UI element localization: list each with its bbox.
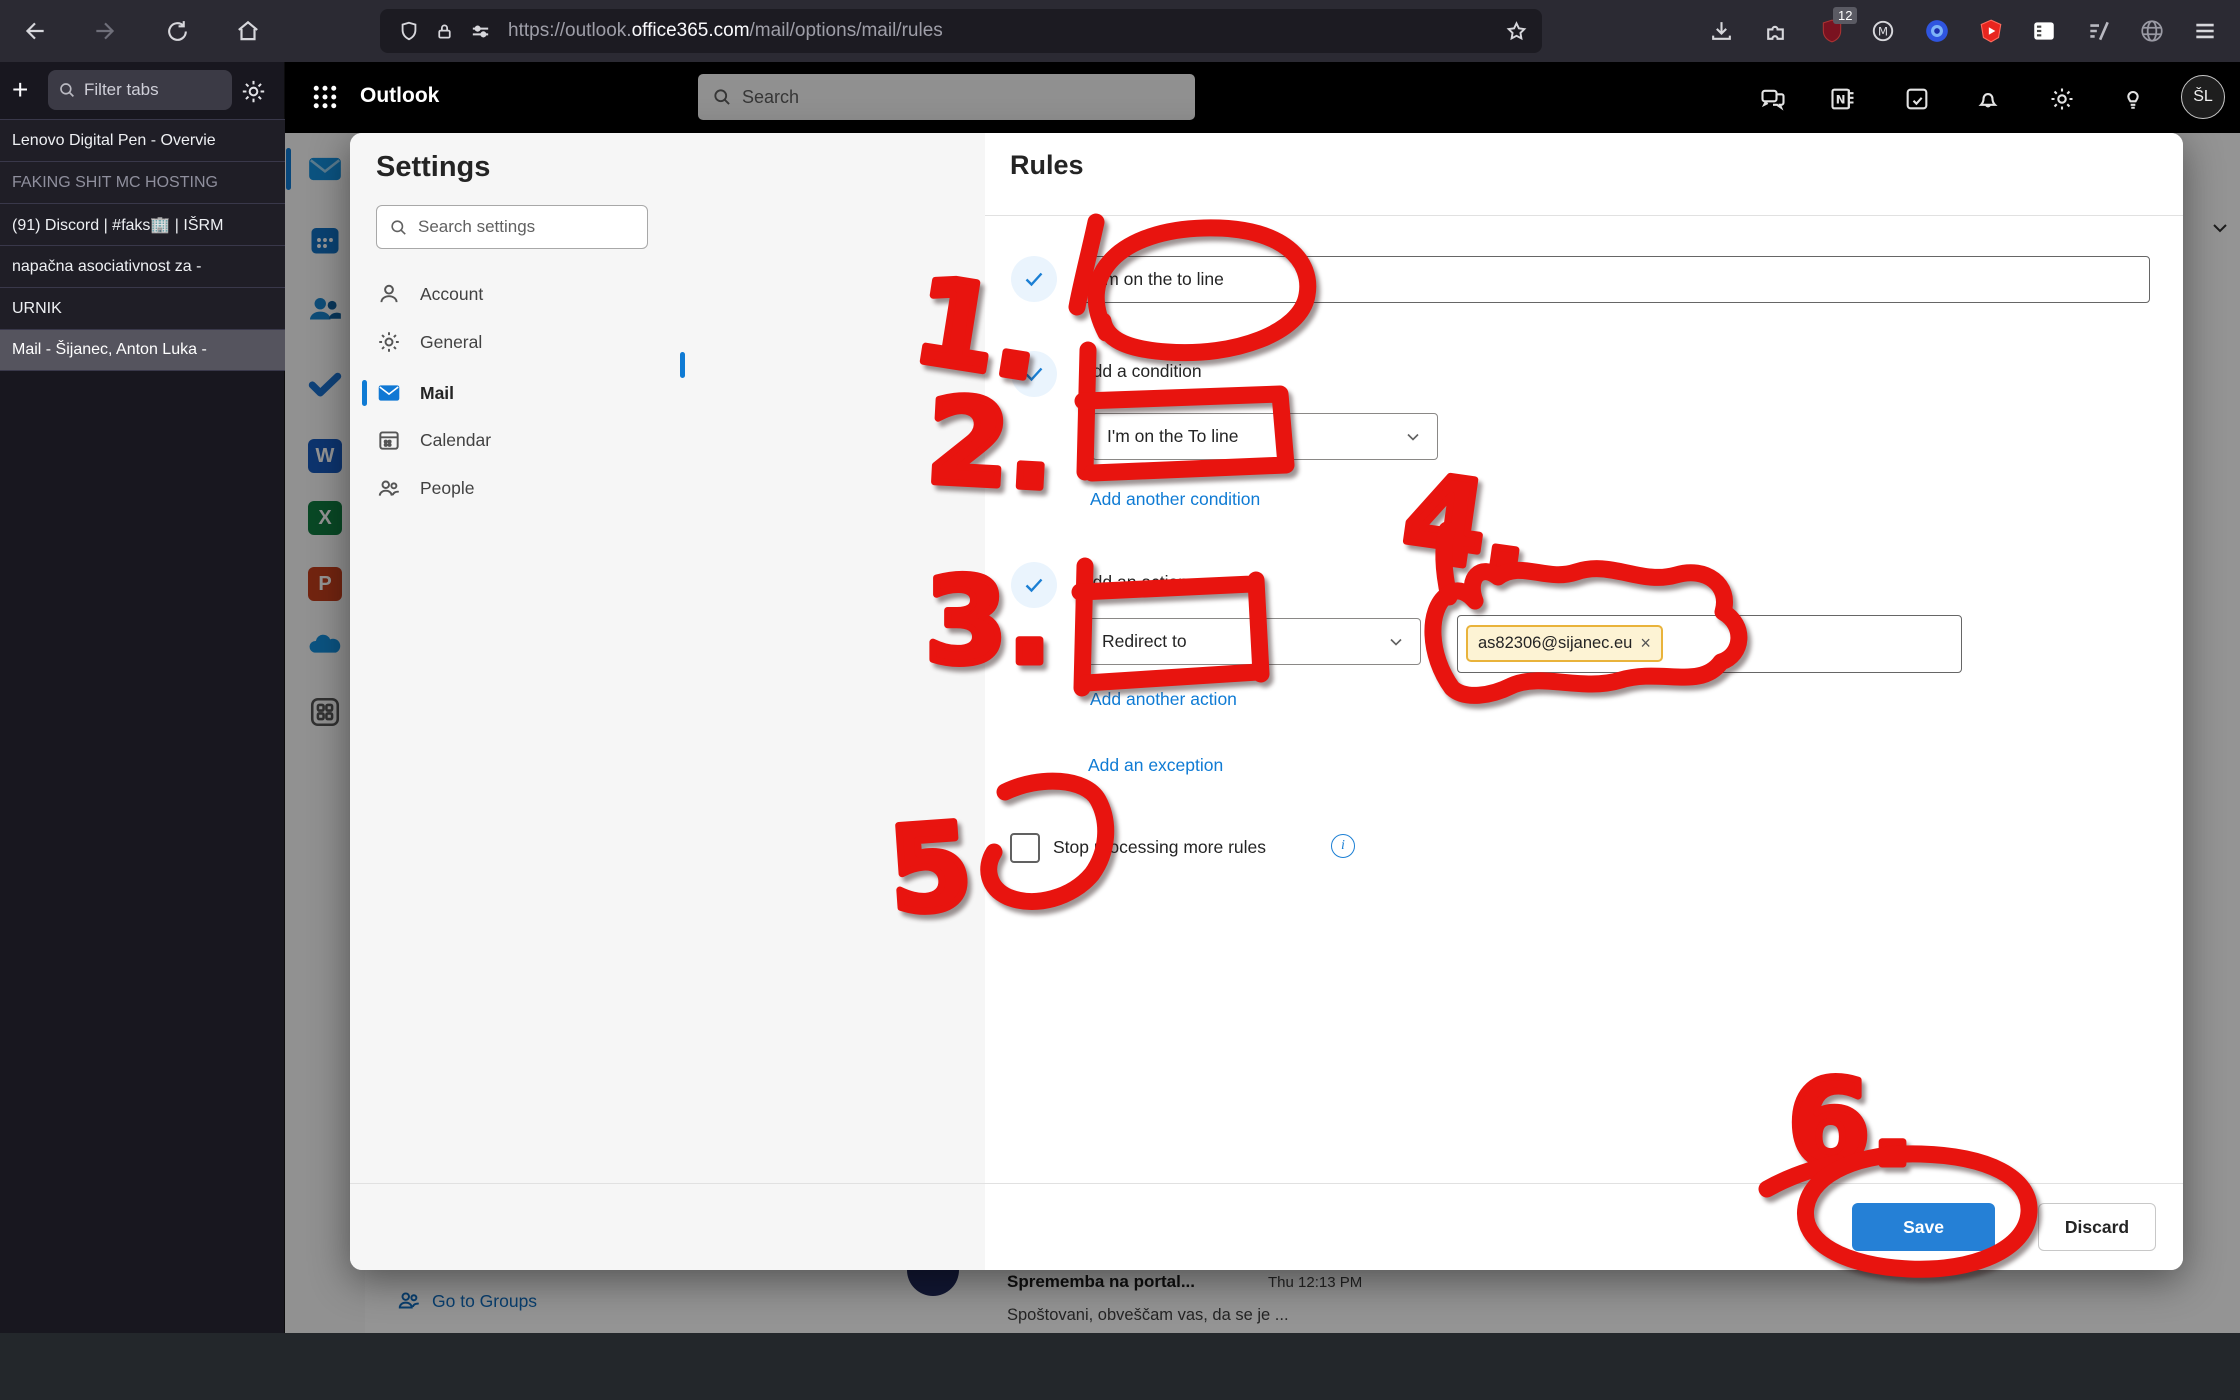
stop-processing-checkbox[interactable]	[1010, 833, 1040, 863]
app-title: Outlook	[360, 84, 439, 108]
privacy-blue-dot-icon[interactable]	[1920, 14, 1954, 48]
onenote-icon[interactable]: N	[1826, 82, 1860, 116]
tab-item[interactable]: (91) Discord | #faks🏢 | IŠRM	[0, 203, 285, 245]
tab-item[interactable]: napačna asociativnost za -	[0, 245, 285, 287]
svg-text:M: M	[1878, 24, 1888, 38]
app-launcher-waffle-icon[interactable]	[310, 82, 340, 112]
action-check-icon	[1011, 562, 1057, 608]
rule-name-check-icon	[1011, 256, 1057, 302]
filter-tabs-input[interactable]: Filter tabs	[48, 70, 232, 110]
settings-nav-people[interactable]: People	[350, 465, 680, 511]
download-icon[interactable]	[1704, 14, 1738, 48]
footer-divider	[350, 1183, 2183, 1184]
reload-icon[interactable]	[160, 14, 194, 48]
settings-nav-mail[interactable]: Mail	[350, 370, 680, 416]
search-icon	[712, 87, 732, 107]
stylus-notes-icon[interactable]	[2082, 14, 2116, 48]
outlook-search-bar[interactable]: Search	[698, 74, 1195, 120]
condition-check-icon	[1011, 351, 1057, 397]
notifications-bell-icon[interactable]	[1971, 82, 2005, 116]
forward-icon[interactable]	[88, 14, 122, 48]
meet-chat-icon[interactable]	[1756, 82, 1790, 116]
screen: https://outlook.office365.com/mail/optio…	[0, 0, 2240, 1400]
url-prefix: https://outlook.	[508, 20, 632, 42]
adblock-shield-icon[interactable]: 12	[1815, 14, 1849, 48]
settings-nav-general[interactable]: General	[350, 319, 680, 365]
url-bar[interactable]: https://outlook.office365.com/mail/optio…	[380, 9, 1542, 53]
person-icon	[376, 281, 402, 307]
tracking-shield-icon[interactable]	[398, 20, 420, 42]
url-path: /mail/options/mail/rules	[750, 20, 943, 42]
outlook-header: Outlook Search N ŠL	[285, 62, 2240, 133]
lock-icon[interactable]	[434, 21, 455, 42]
condition-section-label: Add a condition	[1081, 361, 1202, 382]
recipient-chip[interactable]: as82306@sijanec.eu ×	[1466, 625, 1663, 662]
tab-item[interactable]: Lenovo Digital Pen - Overvie	[0, 119, 285, 161]
new-tab-plus-icon[interactable]: +	[12, 74, 28, 106]
extension-badge: 12	[1833, 7, 1857, 24]
userscript-monkey-icon[interactable]: M	[1866, 14, 1900, 48]
video-red-shield-icon[interactable]	[1974, 14, 2008, 48]
sidebar-settings-gear-icon[interactable]	[240, 78, 267, 105]
menu-hamburger-icon[interactable]	[2188, 14, 2222, 48]
extensions-puzzle-icon[interactable]	[1758, 14, 1792, 48]
settings-title: Settings	[376, 151, 490, 184]
chip-remove-icon[interactable]: ×	[1640, 633, 1651, 654]
back-icon[interactable]	[18, 14, 52, 48]
todo-note-icon[interactable]	[1900, 82, 1934, 116]
settings-gear-icon[interactable]	[2045, 82, 2079, 116]
sidebar-panel-icon[interactable]	[2027, 14, 2061, 48]
url-domain: office365.com	[632, 20, 750, 42]
tips-bulb-icon[interactable]	[2116, 82, 2150, 116]
mail-icon	[376, 380, 402, 406]
rules-title: Rules	[1010, 150, 1084, 181]
info-icon[interactable]: i	[1331, 834, 1355, 858]
save-button[interactable]: Save	[1852, 1203, 1995, 1251]
search-icon	[58, 81, 76, 99]
svg-text:N: N	[1836, 93, 1846, 107]
rule-name-input[interactable]	[1082, 256, 2150, 303]
discard-button[interactable]: Discard	[2038, 1203, 2156, 1251]
action-select[interactable]: Redirect to	[1087, 618, 1421, 665]
filter-tabs-placeholder: Filter tabs	[84, 80, 159, 100]
chevron-down-icon	[1386, 632, 1406, 652]
add-an-exception-link[interactable]: Add an exception	[1088, 755, 1223, 776]
permissions-icon[interactable]	[469, 20, 492, 43]
settings-search-placeholder: Search settings	[418, 217, 535, 237]
settings-secondary-pane: Layout Compose and reply Smart suggestio…	[680, 133, 985, 1270]
home-icon[interactable]	[231, 14, 265, 48]
selected-indicator	[680, 352, 685, 378]
gear-icon	[376, 329, 402, 355]
globe-icon[interactable]	[2135, 14, 2169, 48]
settings-nav-account[interactable]: Account	[350, 271, 680, 317]
tab-item[interactable]: FAKING SHIT MC HOSTING	[0, 161, 285, 203]
search-icon	[389, 218, 408, 237]
bookmark-star-icon[interactable]	[1505, 20, 1528, 43]
calendar-icon	[376, 427, 402, 453]
settings-dialog: Settings Search settings Account General…	[350, 133, 2183, 1270]
settings-primary-pane: Settings Search settings Account General…	[350, 133, 680, 1270]
add-another-condition-link[interactable]: Add another condition	[1090, 489, 1260, 510]
settings-nav-calendar[interactable]: Calendar	[350, 417, 680, 463]
browser-tab-sidebar: + Filter tabs Lenovo Digital Pen - Overv…	[0, 62, 285, 1333]
stop-processing-label: Stop processing more rules	[1053, 837, 1266, 858]
outlook-search-placeholder: Search	[742, 87, 799, 108]
browser-toolbar: https://outlook.office365.com/mail/optio…	[0, 0, 2240, 62]
people-icon	[376, 475, 402, 501]
divider	[985, 215, 2183, 216]
add-another-action-link[interactable]: Add another action	[1090, 689, 1237, 710]
taskbar: >_ x yX	[0, 1333, 2240, 1400]
action-section-label: Add an action	[1081, 572, 1188, 593]
condition-select[interactable]: I'm on the To line	[1092, 413, 1438, 460]
chevron-down-icon	[1403, 427, 1423, 447]
tab-item-active[interactable]: Mail - Šijanec, Anton Luka -	[0, 329, 285, 371]
settings-search-input[interactable]: Search settings	[376, 205, 648, 249]
avatar[interactable]: ŠL	[2181, 75, 2225, 119]
tab-item[interactable]: URNIK	[0, 287, 285, 329]
